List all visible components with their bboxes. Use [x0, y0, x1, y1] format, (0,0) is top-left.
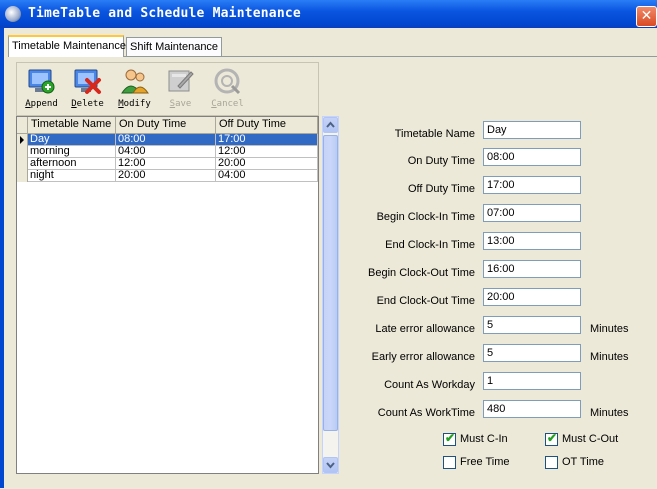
end-clock-in-field[interactable]: 13:00 [483, 232, 581, 250]
append-button[interactable]: Append [19, 63, 64, 115]
tab-timetable-maintenance[interactable]: Timetable Maintenance [8, 35, 126, 57]
grid-vertical-scrollbar[interactable] [322, 116, 339, 474]
cell-timetable-name[interactable]: afternoon [28, 158, 116, 170]
early-allowance-field[interactable]: 5 [483, 344, 581, 362]
append-label: Append [25, 99, 58, 109]
cell-off-duty-time[interactable]: 04:00 [216, 170, 318, 182]
cell-timetable-name[interactable]: Day [28, 134, 116, 146]
window-frame-left [0, 28, 4, 488]
chevron-down-icon [326, 462, 335, 469]
count-as-workday-label: Count As Workday [384, 379, 475, 391]
grid-header: Timetable Name On Duty Time Off Duty Tim… [17, 117, 318, 134]
must-c-in-label: Must C-In [460, 433, 508, 445]
late-allowance-field[interactable]: 5 [483, 316, 581, 334]
begin-clock-in-label: Begin Clock-In Time [376, 211, 475, 223]
table-row[interactable]: afternoon 12:00 20:00 [17, 158, 318, 170]
scroll-down-button[interactable] [323, 457, 338, 473]
must-c-in-box[interactable]: ✔ [443, 431, 456, 446]
end-clock-out-field[interactable]: 20:00 [483, 288, 581, 306]
count-as-worktime-field[interactable]: 480 [483, 400, 581, 418]
row-indicator [17, 158, 28, 170]
modify-label: Modify [118, 99, 151, 109]
timetable-name-label: Timetable Name [394, 128, 475, 140]
cell-off-duty-time[interactable]: 12:00 [216, 146, 318, 158]
column-header-timetable-name[interactable]: Timetable Name [28, 117, 116, 133]
begin-clock-out-label: Begin Clock-Out Time [368, 267, 475, 279]
ot-time-label: OT Time [562, 456, 604, 468]
scroll-thumb[interactable] [323, 135, 338, 431]
chevron-up-icon [326, 121, 335, 128]
cell-on-duty-time[interactable]: 08:00 [116, 134, 216, 146]
cancel-label: Cancel [211, 99, 244, 109]
row-indicator [17, 170, 28, 182]
toolbar: Append Delete Modify Save Cancel [16, 62, 319, 116]
cancel-icon [214, 68, 241, 95]
row-indicator [17, 146, 28, 158]
checkmark-icon: ✔ [445, 431, 456, 445]
timetable-grid[interactable]: Timetable Name On Duty Time Off Duty Tim… [16, 116, 319, 474]
on-duty-time-label: On Duty Time [407, 155, 475, 167]
cell-on-duty-time[interactable]: 04:00 [116, 146, 216, 158]
delete-icon [74, 69, 101, 94]
current-row-arrow-icon [20, 136, 24, 144]
app-icon [5, 6, 21, 22]
table-row[interactable]: morning 04:00 12:00 [17, 146, 318, 158]
table-row[interactable]: night 20:00 04:00 [17, 170, 318, 182]
tab-shift-maintenance[interactable]: Shift Maintenance [126, 37, 222, 56]
count-as-worktime-label: Count As WorkTime [377, 407, 475, 419]
ot-time-box[interactable] [545, 456, 558, 469]
off-duty-time-field[interactable]: 17:00 [483, 176, 581, 194]
cell-on-duty-time[interactable]: 12:00 [116, 158, 216, 170]
begin-clock-in-field[interactable]: 07:00 [483, 204, 581, 222]
column-header-on-duty-time[interactable]: On Duty Time [116, 117, 216, 133]
cell-on-duty-time[interactable]: 20:00 [116, 170, 216, 182]
window-title: TimeTable and Schedule Maintenance [28, 6, 301, 21]
on-duty-time-field[interactable]: 08:00 [483, 148, 581, 166]
delete-button[interactable]: Delete [65, 63, 110, 115]
cell-off-duty-time[interactable]: 20:00 [216, 158, 318, 170]
late-allowance-unit: Minutes [590, 323, 629, 335]
cell-off-duty-time[interactable]: 17:00 [216, 134, 318, 146]
row-indicator [17, 134, 28, 146]
cell-timetable-name[interactable]: night [28, 170, 116, 182]
column-header-off-duty-time[interactable]: Off Duty Time [216, 117, 318, 133]
modify-icon [121, 69, 149, 94]
begin-clock-out-field[interactable]: 16:00 [483, 260, 581, 278]
close-button[interactable]: ✕ [636, 6, 657, 27]
timetable-name-field[interactable]: Day [483, 121, 581, 139]
off-duty-time-label: Off Duty Time [407, 183, 475, 195]
end-clock-in-label: End Clock-In Time [385, 239, 475, 251]
early-allowance-label: Early error allowance [371, 351, 475, 363]
must-c-out-box[interactable]: ✔ [545, 431, 558, 446]
modify-button[interactable]: Modify [112, 63, 157, 115]
append-icon [28, 69, 55, 94]
early-allowance-unit: Minutes [590, 351, 629, 363]
must-c-out-label: Must C-Out [562, 433, 619, 445]
free-time-label: Free Time [460, 456, 510, 468]
count-as-worktime-unit: Minutes [590, 407, 629, 419]
scroll-up-button[interactable] [323, 117, 338, 133]
save-button[interactable]: Save [158, 63, 203, 115]
cancel-button[interactable]: Cancel [205, 63, 250, 115]
table-row[interactable]: Day 08:00 17:00 [17, 134, 318, 146]
count-as-workday-field[interactable]: 1 [483, 372, 581, 390]
save-icon [168, 70, 194, 92]
free-time-box[interactable] [443, 456, 456, 469]
checkmark-icon: ✔ [547, 431, 558, 445]
late-allowance-label: Late error allowance [375, 323, 475, 335]
title-bar[interactable]: TimeTable and Schedule Maintenance ✕ [0, 0, 657, 28]
cell-timetable-name[interactable]: morning [28, 146, 116, 158]
delete-label: Delete [71, 99, 104, 109]
end-clock-out-label: End Clock-Out Time [376, 295, 475, 307]
save-label: Save [169, 99, 192, 109]
grid-corner [17, 117, 28, 133]
